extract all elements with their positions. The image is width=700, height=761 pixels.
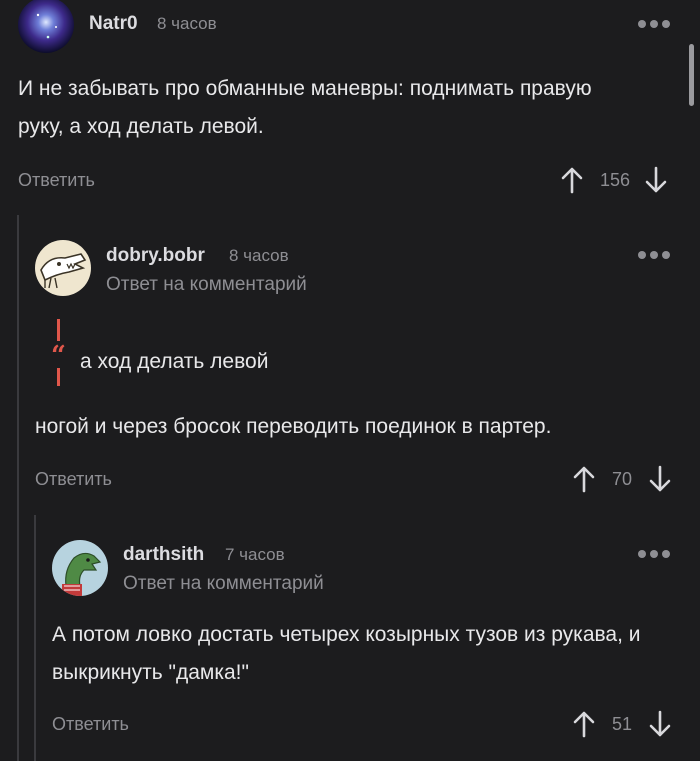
quoted-text: а ход делать левой xyxy=(80,350,269,373)
comment-text: ногой и через бросок переводить поединок… xyxy=(35,415,552,438)
scrollbar[interactable] xyxy=(689,44,694,106)
timestamp: 7 часов xyxy=(225,545,285,564)
reply-button[interactable]: Ответить xyxy=(35,469,112,490)
author-name[interactable]: Natr0 xyxy=(89,13,138,35)
thread-line-level-1 xyxy=(17,215,19,761)
arrow-up-icon[interactable] xyxy=(572,465,596,493)
avatar[interactable] xyxy=(18,0,74,53)
quote-mark-icon: “ xyxy=(51,341,66,371)
vote-controls: 51 xyxy=(572,709,672,739)
arrow-up-icon[interactable] xyxy=(560,166,584,194)
more-dots-icon[interactable] xyxy=(638,18,674,30)
comment-text: И не забывать про обманные маневры: подн… xyxy=(18,77,592,138)
vote-count: 70 xyxy=(612,468,633,489)
reply-button[interactable]: Ответить xyxy=(18,170,95,191)
reply-button[interactable]: Ответить xyxy=(52,714,129,735)
thread-line-level-2 xyxy=(34,515,36,761)
vote-count: 156 xyxy=(600,169,631,190)
reply-context-label: Ответ на комментарий xyxy=(123,573,324,594)
arrow-down-icon[interactable] xyxy=(644,166,668,194)
author-name[interactable]: darthsith xyxy=(123,544,204,566)
avatar[interactable] xyxy=(52,540,108,596)
more-dots-icon[interactable] xyxy=(638,249,674,261)
quote-bar xyxy=(57,319,60,341)
arrow-up-icon[interactable] xyxy=(572,710,596,738)
arrow-down-icon[interactable] xyxy=(648,465,672,493)
timestamp: 8 часов xyxy=(157,14,217,33)
comment-text: А потом ловко достать четырех козырных т… xyxy=(52,623,641,684)
vote-count: 51 xyxy=(612,713,633,734)
vote-controls: 70 xyxy=(572,464,672,494)
quote-bar xyxy=(57,368,60,386)
avatar[interactable] xyxy=(35,240,91,296)
more-dots-icon[interactable] xyxy=(638,548,674,560)
author-name[interactable]: dobry.bobr xyxy=(106,245,205,267)
arrow-down-icon[interactable] xyxy=(648,710,672,738)
timestamp: 8 часов xyxy=(229,246,289,265)
vote-controls: 156 xyxy=(560,165,668,195)
reply-context-label: Ответ на комментарий xyxy=(106,274,307,295)
